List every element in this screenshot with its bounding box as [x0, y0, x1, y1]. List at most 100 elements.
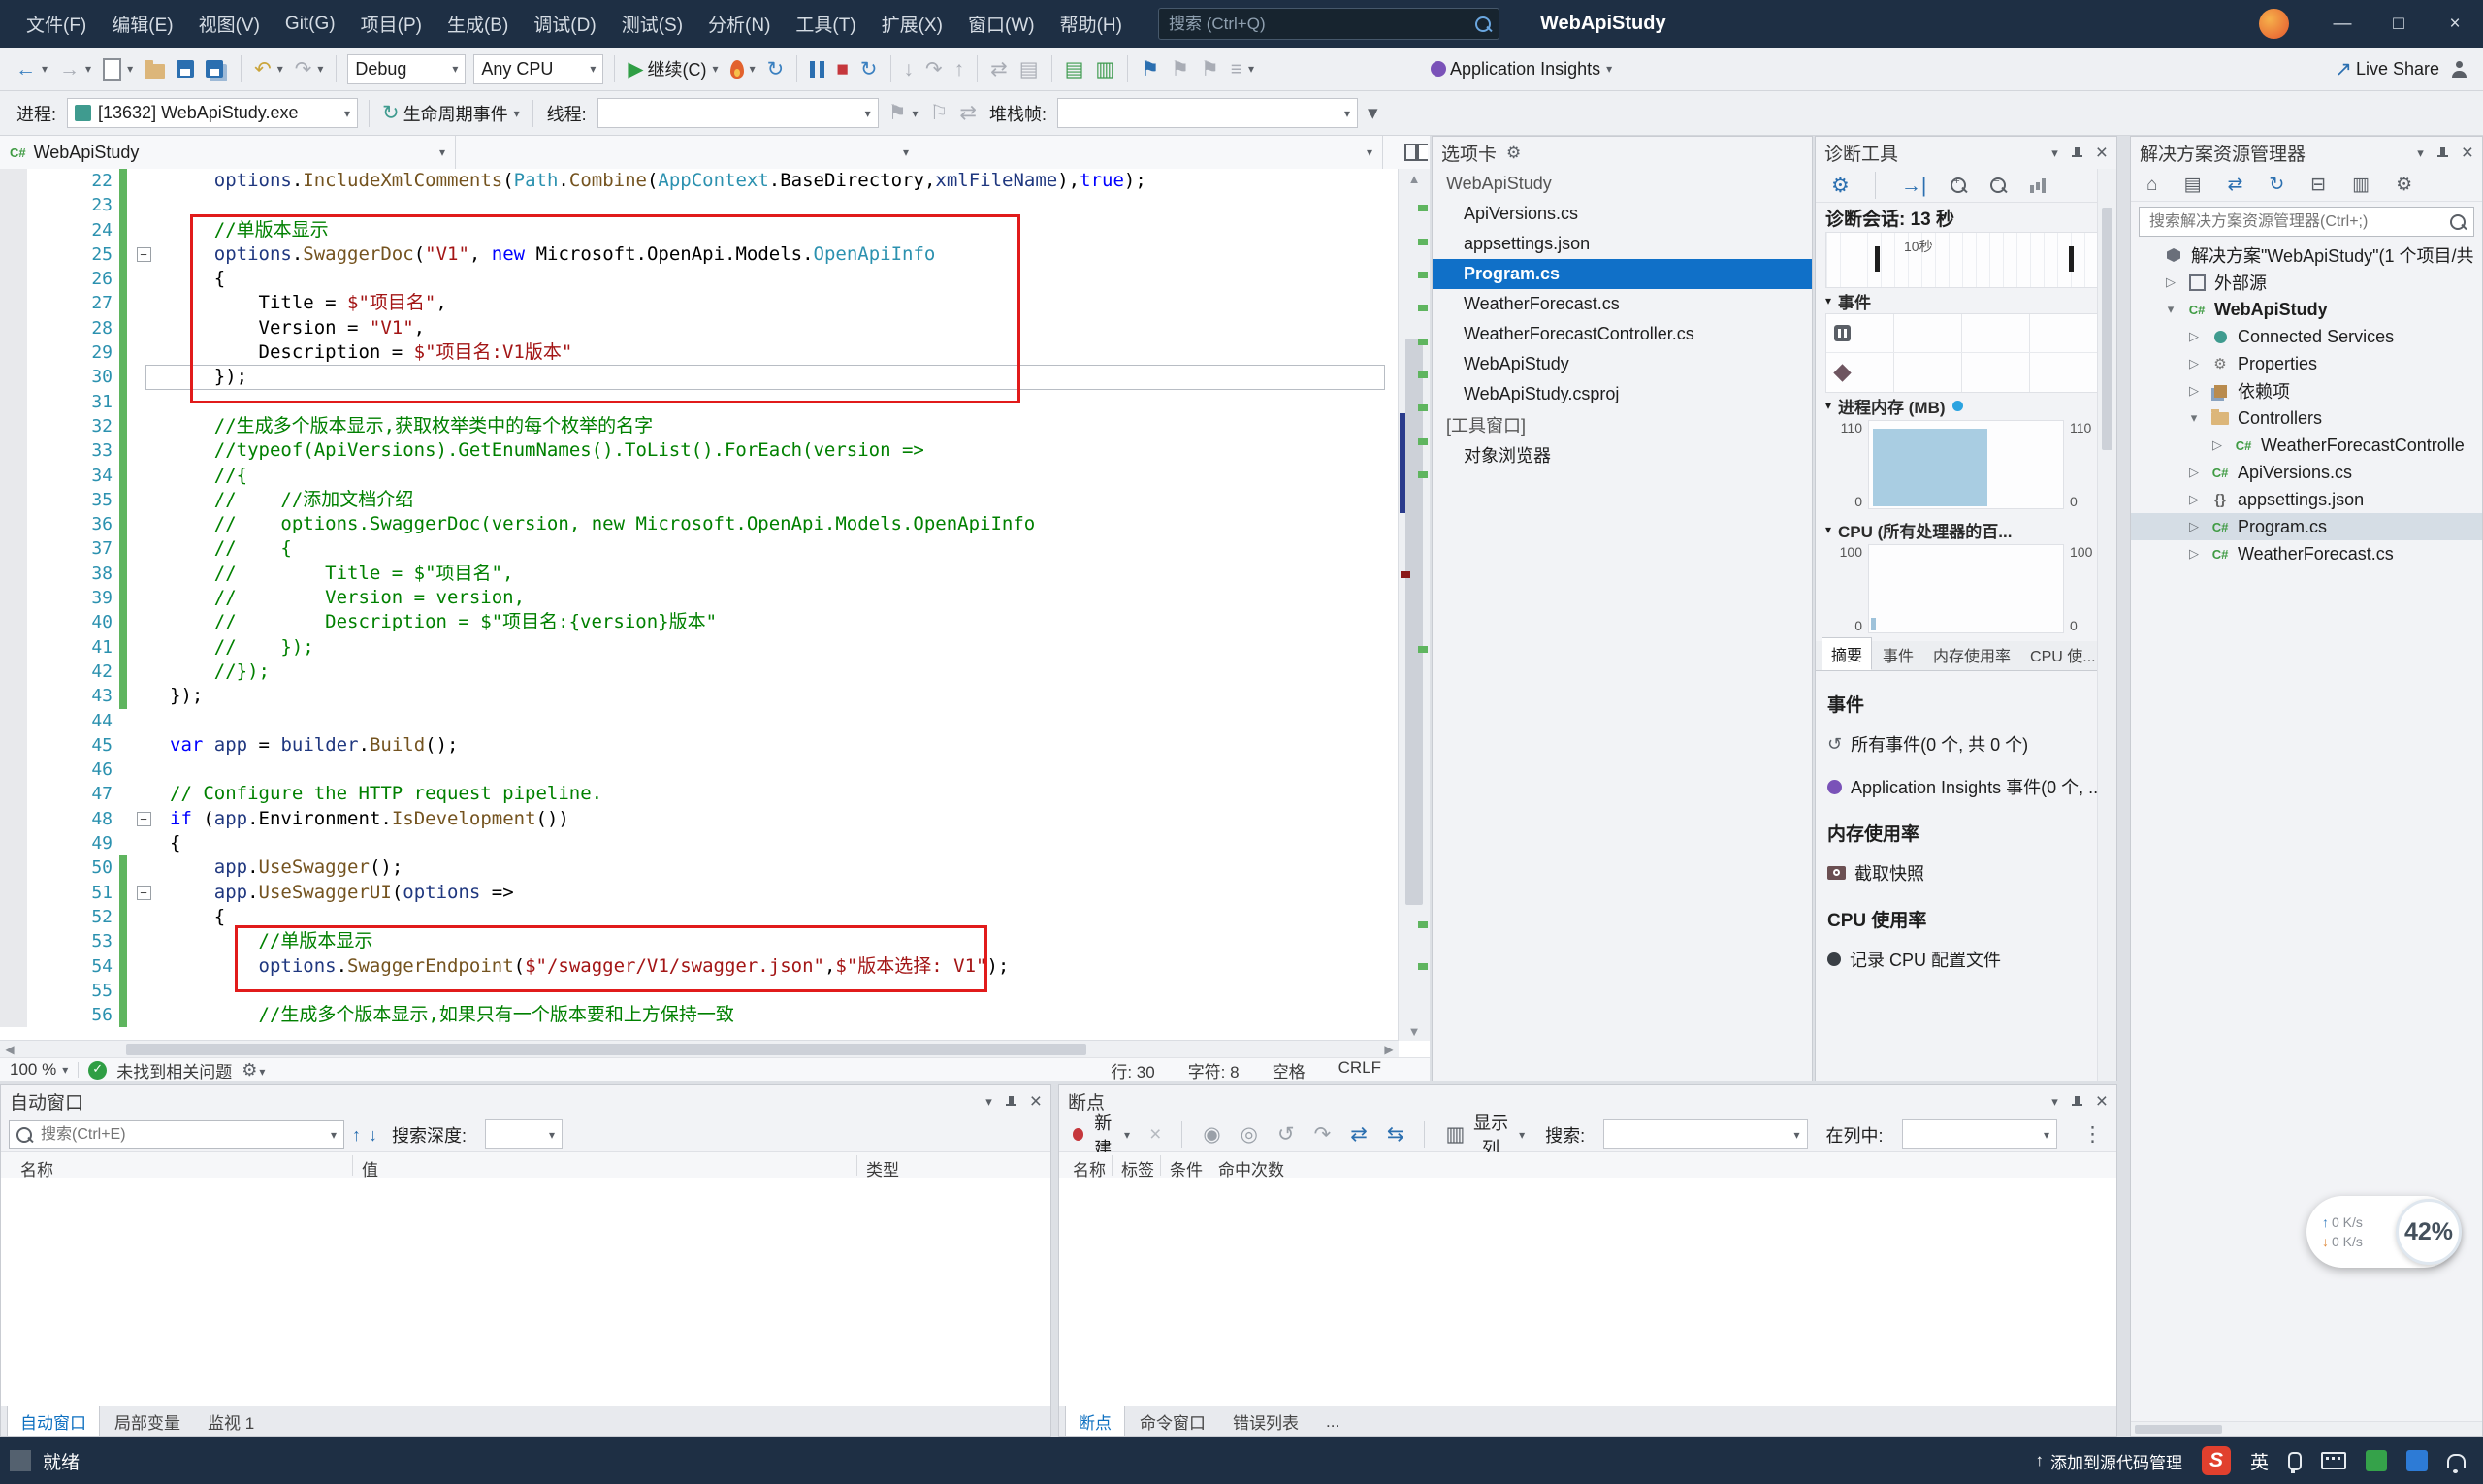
fold-margin[interactable]: [130, 660, 157, 684]
breakpoint-margin[interactable]: [0, 634, 27, 660]
tree-item[interactable]: ▷ 外部源: [2131, 269, 2482, 296]
solution-platform-combo[interactable]: Any CPU ▾: [473, 53, 604, 84]
breakpoint-margin[interactable]: [0, 536, 27, 562]
open-tab-item[interactable]: ApiVersions.cs: [1433, 199, 1812, 229]
breakpoint-margin[interactable]: [0, 758, 27, 783]
code-line[interactable]: 56 //生成多个版本显示,如果只有一个版本要和上方保持一致: [0, 1003, 1399, 1028]
cpu-plot[interactable]: [1868, 544, 2064, 633]
breakpoint-margin[interactable]: [0, 169, 27, 194]
fold-margin[interactable]: [130, 610, 157, 634]
feedback-icon[interactable]: [2445, 51, 2473, 86]
tree-item[interactable]: ▷ C# Program.cs: [2131, 513, 2482, 540]
close-icon[interactable]: ×: [2096, 1090, 2108, 1113]
open-tab-item[interactable]: appsettings.json: [1433, 229, 1812, 259]
search-up-icon[interactable]: ↑: [352, 1126, 361, 1144]
tree-item[interactable]: ▾ C# WebApiStudy: [2131, 296, 2482, 323]
fold-margin[interactable]: [130, 635, 157, 660]
breakpoint-margin[interactable]: [0, 315, 27, 341]
zoom-in-icon[interactable]: [1945, 168, 1972, 203]
add-to-source-control-button[interactable]: ↑ 添加到源代码管理: [2035, 1449, 2182, 1473]
panel-tab[interactable]: 自动窗口: [7, 1406, 100, 1436]
fold-margin[interactable]: [130, 1003, 157, 1027]
expander-collapsed-icon[interactable]: ▷: [2185, 492, 2203, 507]
diag-tab[interactable]: CPU 使...: [2021, 639, 2105, 670]
fold-margin[interactable]: [130, 536, 157, 561]
vertical-scrollbar[interactable]: ▲ ▼: [1398, 169, 1430, 1041]
code-line[interactable]: 46: [0, 758, 1399, 783]
quick-search-input[interactable]: [1166, 13, 1475, 35]
open-tab-item[interactable]: WebApiStudy: [1433, 349, 1812, 379]
undo-icon[interactable]: ↶ ▾: [248, 51, 289, 86]
pin-icon[interactable]: [2071, 145, 2082, 160]
tabs-panel-header[interactable]: 选项卡 ⚙: [1433, 137, 1812, 169]
open-tab-item[interactable]: WeatherForecastController.cs: [1433, 319, 1812, 349]
eol-indicator[interactable]: CRLF: [1338, 1058, 1381, 1082]
code-line[interactable]: 44: [0, 708, 1399, 733]
breakpoint-margin[interactable]: [0, 831, 27, 856]
hot-reload-icon[interactable]: ▾: [725, 51, 761, 86]
maximize-button[interactable]: □: [2370, 0, 2427, 48]
diagnostics-window-icon[interactable]: ▤: [1014, 51, 1045, 86]
fold-margin[interactable]: [130, 929, 157, 953]
expander-expanded-icon[interactable]: ▾: [2162, 302, 2179, 317]
menu-item[interactable]: 扩展(X): [869, 0, 955, 48]
summary-action[interactable]: 记录 CPU 配置文件: [1816, 938, 2116, 981]
code-line[interactable]: 37 // {: [0, 536, 1399, 562]
expander-collapsed-icon[interactable]: ▷: [2185, 465, 2203, 480]
minimize-button[interactable]: —: [2314, 0, 2370, 48]
scrollbar-thumb[interactable]: [2135, 1425, 2222, 1434]
close-icon[interactable]: ×: [2462, 142, 2473, 165]
breakpoint-margin[interactable]: [0, 487, 27, 513]
expander-collapsed-icon[interactable]: ▷: [2162, 274, 2179, 290]
toolbar-overflow-icon[interactable]: ▾: [1362, 96, 1384, 131]
code-line[interactable]: 40 // Description = $"项目名:{version}版本": [0, 610, 1399, 635]
microphone-icon[interactable]: [2288, 1451, 2302, 1473]
events-section-header[interactable]: ▾ 事件: [1816, 288, 2116, 313]
continue-button[interactable]: ▶ 继续(C) ▾: [622, 51, 724, 86]
lifecycle-events-button[interactable]: ↻ 生命周期事件 ▾: [376, 96, 526, 131]
search-down-icon[interactable]: ↓: [369, 1126, 377, 1144]
code-line[interactable]: 39 // Version = version,: [0, 586, 1399, 611]
breakpoint-margin[interactable]: [0, 193, 27, 218]
next-bookmark-icon[interactable]: ⚑: [1195, 51, 1225, 86]
collapse-all-icon[interactable]: ⊟: [2305, 168, 2332, 203]
properties-icon[interactable]: ⚙: [2390, 168, 2418, 203]
line-indicator[interactable]: 行: 30: [1111, 1058, 1154, 1082]
expander-collapsed-icon[interactable]: ▷: [2185, 329, 2203, 344]
fold-margin[interactable]: [130, 365, 157, 389]
summary-action[interactable]: 所有事件(0 个, 共 0 个): [1816, 723, 2116, 765]
delete-breakpoint-icon[interactable]: ×: [1144, 1117, 1167, 1152]
tree-item[interactable]: ▾ Controllers: [2131, 404, 2482, 432]
fold-margin[interactable]: [130, 488, 157, 512]
expander-collapsed-icon[interactable]: ▷: [2209, 437, 2226, 453]
solution-horizontal-scrollbar[interactable]: [2131, 1421, 2482, 1436]
menu-item[interactable]: Git(G): [273, 0, 348, 48]
breakpoint-margin[interactable]: [0, 561, 27, 587]
spaces-indicator[interactable]: 空格: [1273, 1058, 1306, 1082]
code-line[interactable]: 24 //单版本显示: [0, 217, 1399, 242]
user-avatar[interactable]: [2259, 9, 2289, 39]
code-line[interactable]: 33 //typeof(ApiVersions).GetEnumNames().…: [0, 438, 1399, 464]
close-icon[interactable]: ×: [1030, 1090, 1042, 1113]
open-tab-item[interactable]: Program.cs: [1433, 259, 1812, 289]
breakpoint-margin[interactable]: [0, 659, 27, 685]
fold-margin[interactable]: [130, 979, 157, 1003]
panel-tab[interactable]: 命令窗口: [1127, 1406, 1218, 1436]
tree-item[interactable]: ▷ C# WeatherForecastControlle: [2131, 432, 2482, 459]
column-separator[interactable]: [1112, 1155, 1113, 1176]
break-all-icon[interactable]: [804, 51, 830, 86]
feedback-icon[interactable]: [10, 1450, 31, 1471]
fold-margin[interactable]: [130, 733, 157, 758]
breakpoint-margin[interactable]: [0, 463, 27, 488]
close-button[interactable]: ×: [2427, 0, 2483, 48]
collapse-box-icon[interactable]: −: [136, 811, 151, 826]
fold-margin[interactable]: [130, 414, 157, 438]
fold-margin[interactable]: [130, 438, 157, 463]
zoom-out-icon[interactable]: [1984, 168, 2012, 203]
nav-member-dropdown[interactable]: ▾: [919, 136, 1383, 169]
tree-item[interactable]: ▷ 依赖项: [2131, 377, 2482, 404]
gear-icon[interactable]: ⚙: [1506, 144, 1521, 163]
menu-item[interactable]: 生成(B): [435, 0, 521, 48]
new-breakpoint-button[interactable]: 新建 ▾: [1067, 1113, 1136, 1158]
code-line[interactable]: 45 var app = builder.Build();: [0, 732, 1399, 758]
